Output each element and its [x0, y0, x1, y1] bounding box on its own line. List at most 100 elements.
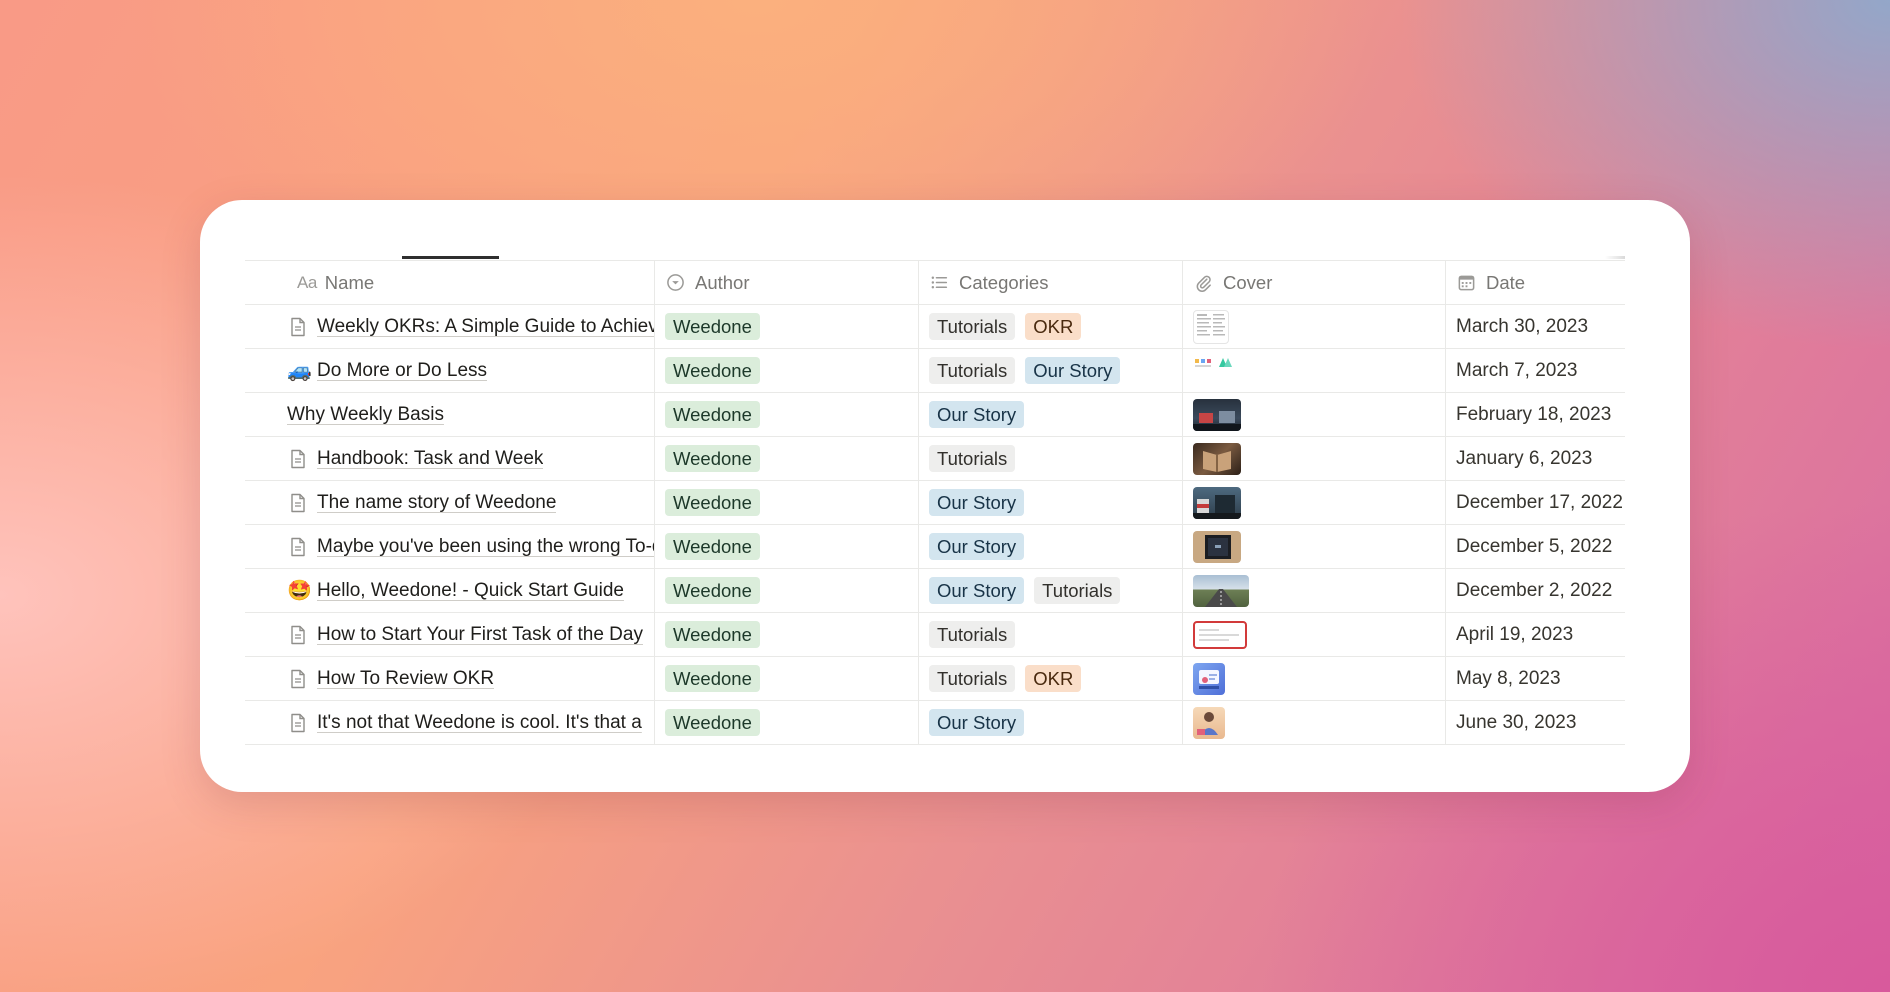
categories-cell[interactable]: Our Story Tutorials — [919, 569, 1183, 612]
cover-cell[interactable] — [1183, 613, 1446, 656]
date-cell[interactable]: December 2, 2022 — [1446, 569, 1625, 612]
column-header-categories[interactable]: Categories — [919, 261, 1183, 304]
page-title-link[interactable]: Handbook: Task and Week — [317, 448, 543, 470]
date-cell[interactable]: April 19, 2023 — [1446, 613, 1625, 656]
author-cell[interactable]: Weedone — [655, 349, 919, 392]
categories-cell[interactable]: Tutorials — [919, 613, 1183, 656]
author-cell[interactable]: Weedone — [655, 701, 919, 744]
name-cell[interactable]: Why Weekly Basis — [245, 393, 655, 436]
categories-cell[interactable]: Our Story — [919, 701, 1183, 744]
date-cell[interactable]: May 8, 2023 — [1446, 657, 1625, 700]
page-icon — [287, 448, 309, 470]
category-tag-tutorials: Tutorials — [929, 313, 1016, 340]
date-cell[interactable]: March 7, 2023 — [1446, 349, 1625, 392]
table-row[interactable]: 🤩 Hello, Weedone! - Quick Start Guide We… — [245, 569, 1625, 613]
author-tag: Weedone — [665, 577, 760, 604]
column-header-label: Name — [324, 271, 375, 293]
name-cell[interactable]: It's not that Weedone is cool. It's that… — [245, 701, 655, 744]
author-tag: Weedone — [665, 357, 760, 384]
table-row[interactable]: How to Start Your First Task of the Day … — [245, 613, 1625, 657]
author-cell[interactable]: Weedone — [655, 657, 919, 700]
page-title-link[interactable]: It's not that Weedone is cool. It's that… — [317, 712, 642, 734]
page-title-link[interactable]: Weekly OKRs: A Simple Guide to Achieve — [317, 316, 654, 338]
category-tag-tutorials: Tutorials — [929, 357, 1016, 384]
cover-cell[interactable] — [1183, 701, 1446, 744]
active-view-tab-indicator[interactable] — [402, 256, 499, 259]
table-row[interactable]: It's not that Weedone is cool. It's that… — [245, 701, 1625, 745]
author-tag: Weedone — [665, 621, 760, 648]
date-cell[interactable]: March 30, 2023 — [1446, 305, 1625, 348]
name-cell[interactable]: 🚙 Do More or Do Less — [245, 349, 655, 392]
categories-cell[interactable]: Our Story — [919, 481, 1183, 524]
name-cell[interactable]: The name story of Weedone — [245, 481, 655, 524]
cover-cell[interactable] — [1183, 657, 1446, 700]
cover-cell[interactable] — [1183, 305, 1446, 348]
date-cell[interactable]: January 6, 2023 — [1446, 437, 1625, 480]
database-card: Aa Name Author Categories Cover Date Wee… — [200, 200, 1690, 792]
page-title-link[interactable]: Maybe you've been using the wrong To-do — [317, 536, 654, 558]
categories-cell[interactable]: Tutorials — [919, 437, 1183, 480]
date-cell[interactable]: February 18, 2023 — [1446, 393, 1625, 436]
table-header: Aa Name Author Categories Cover Date — [245, 261, 1625, 305]
page-icon — [287, 316, 309, 338]
table-row[interactable]: How To Review OKR Weedone Tutorials OKR … — [245, 657, 1625, 701]
author-cell[interactable]: Weedone — [655, 437, 919, 480]
name-cell[interactable]: How To Review OKR — [245, 657, 655, 700]
page-title-link[interactable]: How To Review OKR — [317, 668, 494, 690]
author-cell[interactable]: Weedone — [655, 525, 919, 568]
cover-cell[interactable] — [1183, 393, 1446, 436]
table-row[interactable]: The name story of Weedone Weedone Our St… — [245, 481, 1625, 525]
cover-cell[interactable] — [1183, 525, 1446, 568]
author-tag: Weedone — [665, 709, 760, 736]
date-cell[interactable]: December 17, 2022 — [1446, 481, 1625, 524]
author-cell[interactable]: Weedone — [655, 613, 919, 656]
name-cell[interactable]: 🤩 Hello, Weedone! - Quick Start Guide — [245, 569, 655, 612]
page-title-link[interactable]: The name story of Weedone — [317, 492, 556, 514]
category-tag-tutorials: Tutorials — [1034, 577, 1121, 604]
table-row[interactable]: Maybe you've been using the wrong To-do … — [245, 525, 1625, 569]
author-tag: Weedone — [665, 665, 760, 692]
page-icon — [287, 712, 309, 734]
select-property-icon — [665, 273, 685, 293]
red-border-thumbnail — [1193, 620, 1247, 649]
paperclip-icon — [1193, 273, 1213, 293]
author-cell[interactable]: Weedone — [655, 393, 919, 436]
street-photo-thumbnail — [1193, 486, 1241, 519]
categories-cell[interactable]: Tutorials OKR — [919, 305, 1183, 348]
date-cell[interactable]: December 5, 2022 — [1446, 525, 1625, 568]
name-cell[interactable]: Weekly OKRs: A Simple Guide to Achieve — [245, 305, 655, 348]
table-row[interactable]: 🚙 Do More or Do Less Weedone Tutorials O… — [245, 349, 1625, 393]
column-header-author[interactable]: Author — [655, 261, 919, 304]
author-tag: Weedone — [665, 401, 760, 428]
column-header-date[interactable]: Date — [1446, 261, 1625, 304]
cover-cell[interactable] — [1183, 349, 1446, 392]
author-tag: Weedone — [665, 313, 760, 340]
cover-cell[interactable] — [1183, 569, 1446, 612]
cover-cell[interactable] — [1183, 481, 1446, 524]
page-title-link[interactable]: How to Start Your First Task of the Day — [317, 624, 643, 646]
category-tag-tutorials: Tutorials — [929, 445, 1016, 472]
table-row[interactable]: Handbook: Task and Week Weedone Tutorial… — [245, 437, 1625, 481]
categories-cell[interactable]: Our Story — [919, 525, 1183, 568]
cover-cell[interactable] — [1183, 437, 1446, 480]
column-header-name[interactable]: Aa Name — [245, 261, 655, 304]
table-row[interactable]: Why Weekly Basis Weedone Our Story Febru… — [245, 393, 1625, 437]
author-cell[interactable]: Weedone — [655, 481, 919, 524]
categories-cell[interactable]: Our Story — [919, 393, 1183, 436]
column-header-cover[interactable]: Cover — [1183, 261, 1446, 304]
column-header-label: Cover — [1223, 271, 1273, 293]
name-cell[interactable]: Maybe you've been using the wrong To-do — [245, 525, 655, 568]
page-title-link[interactable]: Do More or Do Less — [317, 360, 487, 382]
date-cell[interactable]: June 30, 2023 — [1446, 701, 1625, 744]
author-cell[interactable]: Weedone — [655, 305, 919, 348]
category-tag-tutorials: Tutorials — [929, 665, 1016, 692]
page-title-link[interactable]: Why Weekly Basis — [287, 404, 444, 426]
name-cell[interactable]: How to Start Your First Task of the Day — [245, 613, 655, 656]
page-title-link[interactable]: Hello, Weedone! - Quick Start Guide — [317, 580, 624, 602]
name-cell[interactable]: Handbook: Task and Week — [245, 437, 655, 480]
categories-cell[interactable]: Tutorials Our Story — [919, 349, 1183, 392]
categories-cell[interactable]: Tutorials OKR — [919, 657, 1183, 700]
author-cell[interactable]: Weedone — [655, 569, 919, 612]
table-row[interactable]: Weekly OKRs: A Simple Guide to Achieve W… — [245, 305, 1625, 349]
category-tag-our-story: Our Story — [929, 577, 1025, 604]
